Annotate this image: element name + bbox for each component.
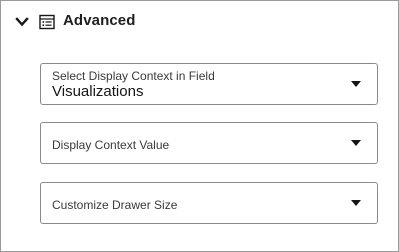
section-title: Advanced <box>63 12 136 29</box>
section-header[interactable]: Advanced <box>1 1 398 45</box>
chevron-down-icon[interactable] <box>15 16 29 28</box>
advanced-panel: Advanced Select Display Context in Field… <box>0 0 399 252</box>
display-context-field-value: Visualizations <box>52 83 144 100</box>
list-icon <box>39 14 55 30</box>
customize-drawer-size-label: Customize Drawer Size <box>52 198 178 212</box>
display-context-field-select[interactable]: Select Display Context in Field Visualiz… <box>40 63 378 105</box>
caret-down-icon[interactable] <box>351 140 361 146</box>
display-context-field-label: Select Display Context in Field <box>52 69 215 83</box>
caret-down-icon[interactable] <box>351 200 361 206</box>
display-context-value-label: Display Context Value <box>52 138 170 152</box>
caret-down-icon[interactable] <box>351 81 361 87</box>
display-context-value-select[interactable]: Display Context Value <box>40 122 378 164</box>
customize-drawer-size-select[interactable]: Customize Drawer Size <box>40 182 378 224</box>
